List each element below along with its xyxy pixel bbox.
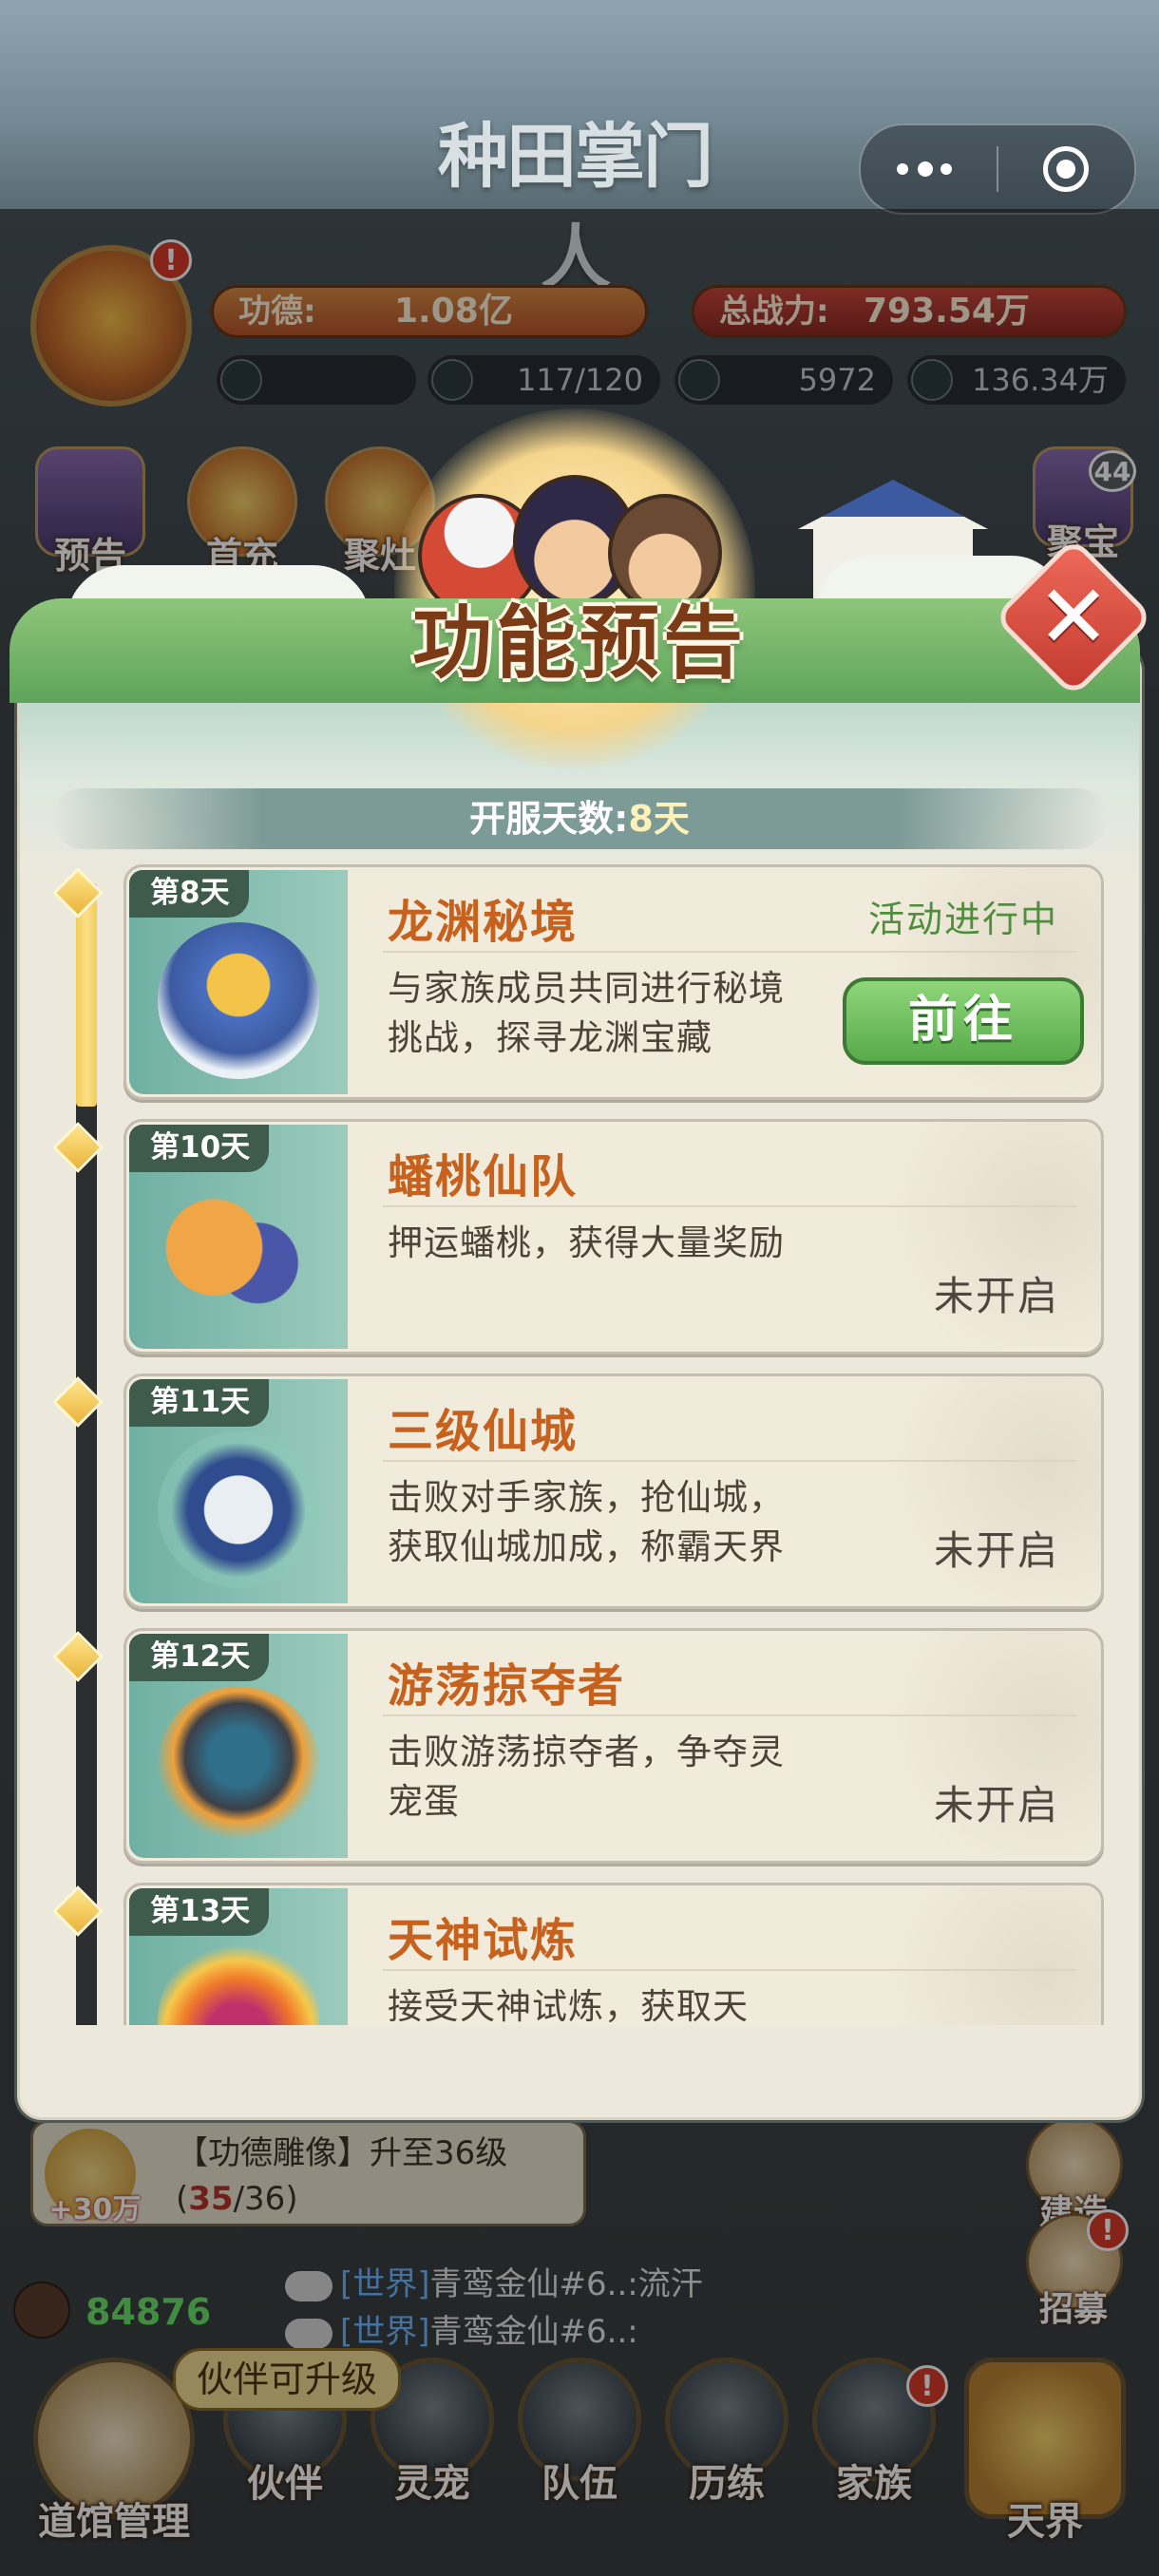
miniprogram-capsule <box>859 123 1136 215</box>
feature-name: 蟠桃仙队 <box>388 1150 579 1203</box>
feature-description: 接受天神试炼，获取天 <box>388 1986 749 2025</box>
immortal-city-icon <box>158 1431 319 1588</box>
list-item: 第10天 蟠桃仙队 押运蟠桃，获得大量奖励 未开启 <box>52 1119 1104 1354</box>
card-divider <box>383 1714 1076 1716</box>
feature-name: 游荡掠夺者 <box>388 1659 626 1713</box>
card-divider <box>383 951 1076 953</box>
feature-status: 未开启 <box>933 1527 1059 1574</box>
feature-description: 押运蟠桃，获得大量奖励 <box>388 1222 785 1263</box>
go-button[interactable]: 前往 <box>843 977 1084 1065</box>
feature-list[interactable]: 第8天 龙渊秘境 活动进行中 与家族成员共同进行秘境挑战，探寻龙渊宝藏 前往 第… <box>0 855 1159 2025</box>
feature-description: 与家族成员共同进行秘境挑战，探寻龙渊宝藏 <box>388 968 785 1058</box>
day-tag: 第11天 <box>129 1379 270 1427</box>
card-divider <box>383 1460 1076 1462</box>
modal-title: 功能预告 <box>411 597 747 690</box>
capsule-divider <box>997 146 998 192</box>
raider-icon <box>158 1686 319 1843</box>
title-bar: 种田掌门人 <box>0 0 1159 299</box>
server-days-banner: 开服天数:8天 <box>52 788 1107 849</box>
feature-name: 三级仙城 <box>388 1405 579 1458</box>
list-item: 第8天 龙渊秘境 活动进行中 与家族成员共同进行秘境挑战，探寻龙渊宝藏 前往 <box>52 864 1104 1100</box>
close-icon[interactable]: ✕ <box>1016 560 1130 674</box>
day-tag: 第13天 <box>129 1888 270 1936</box>
card-cloud-decoration <box>816 1885 1101 2025</box>
more-icon[interactable] <box>897 154 963 184</box>
feature-name: 龙渊秘境 <box>388 896 579 949</box>
card-divider <box>383 1205 1076 1207</box>
list-item: 第12天 游荡掠夺者 击败游荡掠夺者，争夺灵宠蛋 未开启 <box>52 1628 1104 1864</box>
day-tag: 第12天 <box>129 1634 270 1681</box>
list-item: 第11天 三级仙城 击败对手家族，抢仙城，获取仙城加成，称霸天界 未开启 <box>52 1373 1104 1609</box>
feature-description: 击败对手家族，抢仙城，获取仙城加成，称霸天界 <box>388 1477 785 1567</box>
card-divider <box>383 1969 1076 1971</box>
feature-description: 击败游荡掠夺者，争夺灵宠蛋 <box>388 1732 785 1822</box>
flame-god-icon <box>158 1941 319 2025</box>
peach-courier-icon <box>158 1177 319 1334</box>
feature-status: 未开启 <box>933 1273 1059 1319</box>
dragon-icon <box>158 922 319 1079</box>
server-days-value: 8天 <box>628 798 690 840</box>
day-tag: 第10天 <box>129 1125 270 1172</box>
day-tag: 第8天 <box>129 870 249 918</box>
feature-name: 天神试炼 <box>388 1914 579 1967</box>
feature-status: 活动进行中 <box>867 899 1058 940</box>
feature-status: 未开启 <box>933 1782 1059 1828</box>
target-icon[interactable] <box>1043 146 1089 192</box>
server-days-label: 开服天数: <box>469 798 629 840</box>
list-item: 第13天 天神试炼 接受天神试炼，获取天 <box>52 1883 1104 2025</box>
